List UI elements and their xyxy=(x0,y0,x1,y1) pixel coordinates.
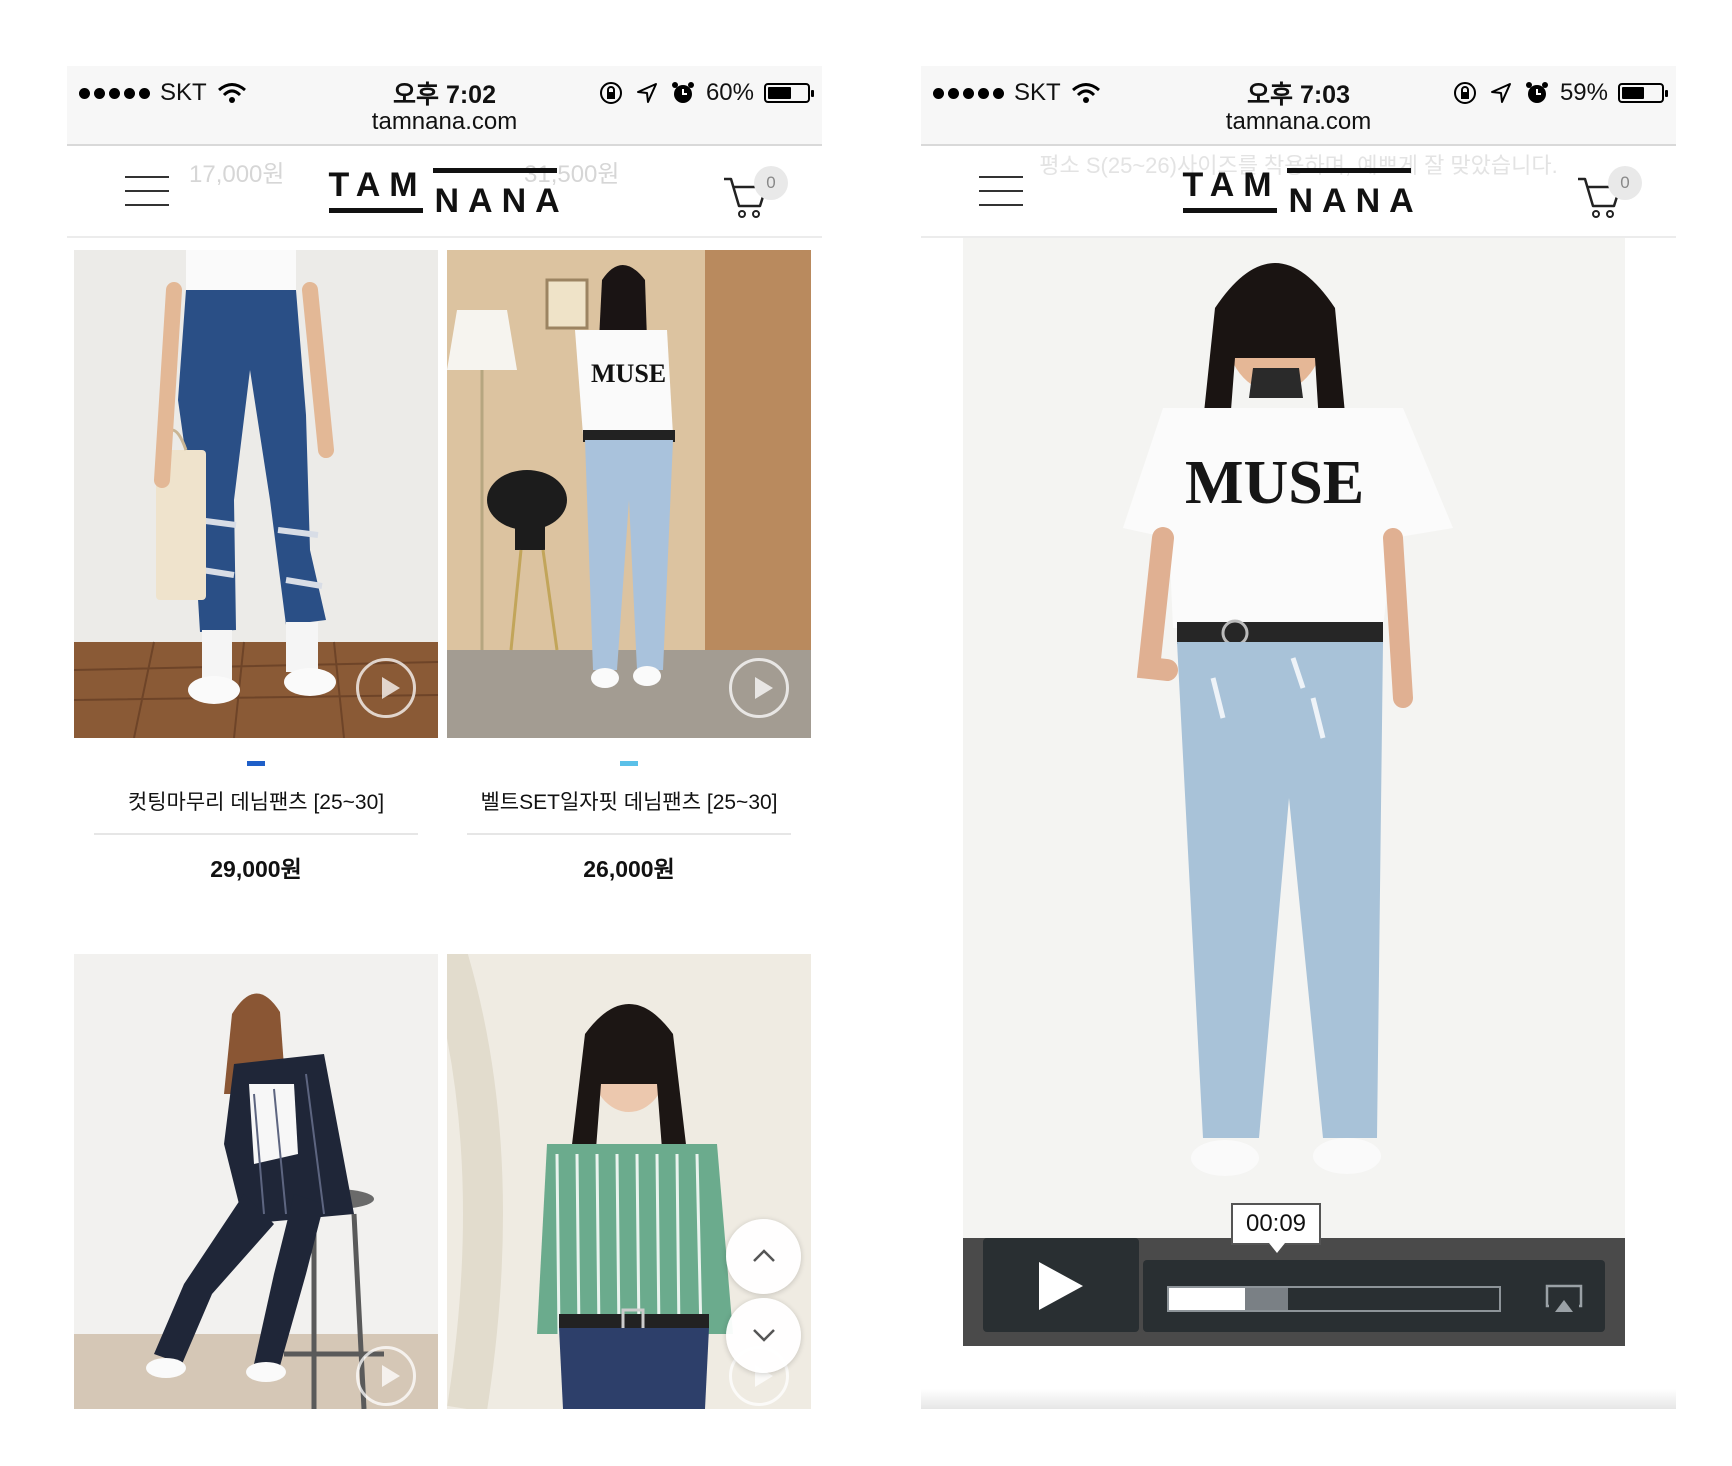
rotation-lock-icon xyxy=(599,82,622,104)
play-video-icon[interactable] xyxy=(356,658,416,718)
video-controls: 00:09 xyxy=(983,1203,1605,1332)
airplay-icon[interactable] xyxy=(1545,1284,1583,1314)
battery-percent: 60% xyxy=(705,79,754,106)
signal-dots-icon xyxy=(933,87,1004,99)
carrier-label: SKT xyxy=(1014,79,1061,106)
battery-level xyxy=(768,87,791,99)
video-time-tooltip: 00:09 xyxy=(1231,1203,1321,1253)
signal-dots-icon xyxy=(79,87,150,99)
play-button[interactable] xyxy=(983,1238,1139,1332)
status-time: 오후 7:03 xyxy=(1247,81,1350,109)
url-field[interactable]: tamnana.com xyxy=(67,108,822,136)
product-photo-pinstripe-suit xyxy=(74,954,438,1409)
battery-icon xyxy=(764,83,814,103)
cart-button[interactable]: 0 xyxy=(722,166,788,220)
logo-text-top: TAM xyxy=(1182,166,1281,204)
battery-icon xyxy=(1618,83,1668,103)
product-image[interactable] xyxy=(74,954,438,1409)
site-header: 17,000원 31,500원 TAM NANA 0 xyxy=(67,148,822,238)
cart-count-badge: 0 xyxy=(754,166,788,200)
divider xyxy=(94,833,418,835)
logo[interactable]: TAM NANA xyxy=(1182,166,1415,218)
left-screen: SKT 오후 7:02 60% tamnana.com 17,000원 31,5… xyxy=(67,66,822,1409)
rotation-lock-icon xyxy=(1453,82,1476,104)
cart-count-badge: 0 xyxy=(1608,166,1642,200)
location-arrow-icon xyxy=(1490,83,1511,103)
status-and-url-bar: SKT 오후 7:03 59% tamnana.com xyxy=(921,66,1676,146)
video-player[interactable]: MUSE 00:09 xyxy=(963,238,1625,1346)
product-price: 29,000원 xyxy=(210,856,302,882)
product-price: 26,000원 xyxy=(583,856,675,882)
site-header: 평소 S(25~26)사이즈를 착용하며, 예쁘게 잘 맞았습니다. TAM N… xyxy=(921,148,1676,238)
logo-text-bottom: NANA xyxy=(434,182,569,220)
alarm-icon xyxy=(1525,82,1548,103)
url-field[interactable]: tamnana.com xyxy=(921,108,1676,136)
color-swatch[interactable] xyxy=(247,761,265,766)
product-name[interactable]: 컷팅마무리 데님팬츠 [25~30] xyxy=(74,786,438,816)
play-video-icon[interactable] xyxy=(729,658,789,718)
logo-text-bottom: NANA xyxy=(1288,182,1423,220)
video-frame-model-muse-jeans: MUSE xyxy=(963,238,1625,1346)
menu-icon[interactable] xyxy=(979,176,1023,208)
scroll-down-button[interactable] xyxy=(726,1298,801,1373)
wifi-icon xyxy=(217,83,246,103)
color-swatch[interactable] xyxy=(620,761,638,766)
svg-text:MUSE: MUSE xyxy=(1185,449,1364,517)
scroll-up-button[interactable] xyxy=(726,1219,801,1294)
battery-percent: 59% xyxy=(1559,79,1608,106)
logo-text-top: TAM xyxy=(328,166,427,204)
status-and-url-bar: SKT 오후 7:02 60% tamnana.com xyxy=(67,66,822,146)
battery-level xyxy=(1622,87,1645,99)
status-bar: SKT 오후 7:02 60% xyxy=(79,74,814,112)
right-screen: SKT 오후 7:03 59% tamnana.com 평소 S(25~26)사… xyxy=(921,66,1676,1409)
status-bar: SKT 오후 7:03 59% xyxy=(933,74,1668,112)
divider xyxy=(467,833,791,835)
cart-button[interactable]: 0 xyxy=(1576,166,1642,220)
play-video-icon[interactable] xyxy=(356,1346,416,1406)
chevron-down-icon xyxy=(753,1329,775,1342)
product-image[interactable] xyxy=(74,250,438,738)
product-image[interactable]: MUSE xyxy=(447,250,811,738)
alarm-icon xyxy=(671,82,694,103)
logo[interactable]: TAM NANA xyxy=(328,166,561,218)
carrier-label: SKT xyxy=(160,79,207,106)
chevron-up-icon xyxy=(753,1249,775,1262)
menu-icon[interactable] xyxy=(125,176,169,208)
page-bottom-edge xyxy=(921,1389,1676,1409)
seek-bar[interactable] xyxy=(1167,1286,1501,1312)
faded-price: 17,000원 xyxy=(189,161,285,188)
seek-progress xyxy=(1169,1288,1245,1310)
status-time: 오후 7:02 xyxy=(393,81,496,109)
svg-text:MUSE: MUSE xyxy=(591,359,666,388)
product-name[interactable]: 벨트SET일자핏 데님팬츠 [25~30] xyxy=(447,786,811,816)
location-arrow-icon xyxy=(636,83,657,103)
wifi-icon xyxy=(1071,83,1100,103)
video-control-bar xyxy=(1143,1260,1605,1332)
